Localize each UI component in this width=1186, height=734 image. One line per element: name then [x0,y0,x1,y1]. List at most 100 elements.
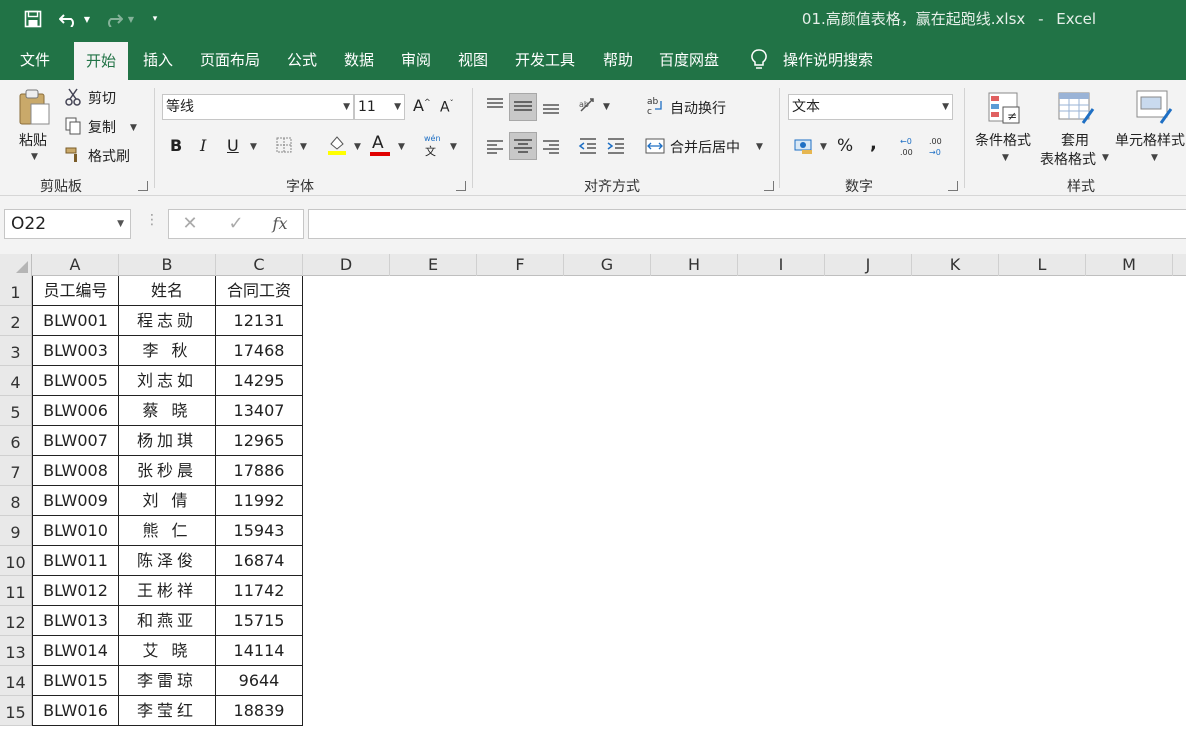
format-painter-button[interactable]: 格式刷 [88,146,130,166]
table-cell[interactable]: 陈泽俊 [119,546,216,576]
align-center-icon[interactable] [509,132,537,160]
table-cell[interactable]: BLW014 [32,636,119,666]
tab-baidu-netdisk[interactable]: 百度网盘 [653,40,725,80]
redo-icon[interactable] [102,7,124,31]
column-header-A[interactable]: A [32,254,119,276]
conditional-formatting-dropdown-icon[interactable]: ▼ [1002,153,1009,163]
tab-data[interactable]: 数据 [337,40,381,80]
align-right-icon[interactable] [540,135,562,157]
phonetic-dropdown-icon[interactable]: ▼ [450,142,457,152]
row-header[interactable]: 10 [0,546,32,576]
column-header-C[interactable]: C [216,254,303,276]
column-header-L[interactable]: L [999,254,1086,276]
tab-review[interactable]: 审阅 [394,40,438,80]
table-cell[interactable]: 12131 [216,306,303,336]
name-box-dropdown-icon[interactable]: ▼ [117,210,124,238]
row-header[interactable]: 7 [0,456,32,486]
row-header[interactable]: 15 [0,696,32,726]
row-header[interactable]: 11 [0,576,32,606]
undo-dropdown-icon[interactable]: ▼ [82,7,92,31]
fill-color-icon[interactable] [326,134,348,156]
table-cell[interactable]: 和燕亚 [119,606,216,636]
format-as-table-dropdown-icon[interactable]: ▼ [1102,153,1109,163]
borders-dropdown-icon[interactable]: ▼ [300,142,307,152]
row-header[interactable]: 9 [0,516,32,546]
table-cell[interactable]: 李雷琼 [119,666,216,696]
row-header[interactable]: 4 [0,366,32,396]
table-cell[interactable]: 14295 [216,366,303,396]
percent-button[interactable]: % [837,136,853,156]
formula-bar-grip-icon[interactable]: ⋮ [145,212,159,228]
tab-developer[interactable]: 开发工具 [508,40,582,80]
table-cell[interactable]: BLW006 [32,396,119,426]
select-all-corner[interactable] [0,254,32,276]
font-color-button[interactable]: A [372,133,384,153]
table-cell[interactable]: BLW009 [32,486,119,516]
table-cell[interactable]: 艾 晓 [119,636,216,666]
table-cell[interactable]: 13407 [216,396,303,426]
row-header[interactable]: 13 [0,636,32,666]
paste-dropdown-icon[interactable]: ▼ [31,152,38,162]
table-cell[interactable]: 18839 [216,696,303,726]
row-header[interactable]: 14 [0,666,32,696]
underline-button[interactable]: U [227,136,239,155]
table-cell[interactable]: 14114 [216,636,303,666]
table-cell[interactable]: 12965 [216,426,303,456]
font-launcher-icon[interactable] [456,181,466,191]
table-cell[interactable]: 熊 仁 [119,516,216,546]
table-cell[interactable]: 李 秋 [119,336,216,366]
row-header[interactable]: 3 [0,336,32,366]
tab-page-layout[interactable]: 页面布局 [194,40,266,80]
increase-indent-icon[interactable] [605,135,627,157]
comma-button[interactable]: , [870,133,877,154]
undo-icon[interactable] [58,7,80,31]
conditional-formatting-button[interactable]: 条件格式 [975,130,1031,150]
redo-dropdown-icon[interactable]: ▼ [126,7,136,31]
column-header-I[interactable]: I [738,254,825,276]
table-header-cell[interactable]: 合同工资 [216,276,303,306]
table-cell[interactable]: BLW012 [32,576,119,606]
increase-font-icon[interactable]: A^ [413,96,431,115]
font-color-dropdown-icon[interactable]: ▼ [398,142,405,152]
table-cell[interactable]: 17468 [216,336,303,366]
table-cell[interactable]: 17886 [216,456,303,486]
copy-dropdown-icon[interactable]: ▼ [130,123,137,133]
name-box[interactable]: O22 ▼ [4,209,131,239]
table-cell[interactable]: 16874 [216,546,303,576]
tab-home[interactable]: 开始 [74,42,128,80]
tab-view[interactable]: 视图 [451,40,495,80]
alignment-launcher-icon[interactable] [764,181,774,191]
align-middle-icon[interactable] [509,93,537,121]
table-cell[interactable]: BLW001 [32,306,119,336]
table-cell[interactable]: 王彬祥 [119,576,216,606]
align-bottom-icon[interactable] [540,95,562,117]
orientation-dropdown-icon[interactable]: ▼ [603,102,610,112]
column-header-F[interactable]: F [477,254,564,276]
row-header[interactable]: 1 [0,276,32,306]
table-cell[interactable]: 15715 [216,606,303,636]
row-header[interactable]: 5 [0,396,32,426]
column-header-D[interactable]: D [303,254,390,276]
cancel-entry-icon[interactable]: ✕ [175,210,205,238]
decrease-indent-icon[interactable] [577,135,599,157]
row-header[interactable]: 2 [0,306,32,336]
table-cell[interactable]: 程志勋 [119,306,216,336]
table-cell[interactable]: 15943 [216,516,303,546]
table-cell[interactable]: BLW003 [32,336,119,366]
column-header-H[interactable]: H [651,254,738,276]
table-header-cell[interactable]: 员工编号 [32,276,119,306]
format-as-table-label-1[interactable]: 套用 [1061,130,1089,150]
number-format-dropdown-icon[interactable]: ▼ [942,95,949,119]
table-cell[interactable]: 张秒晨 [119,456,216,486]
tab-insert[interactable]: 插入 [136,40,180,80]
font-size-dropdown-icon[interactable]: ▼ [394,95,401,119]
bold-button[interactable]: B [170,136,182,155]
table-cell[interactable]: 刘 倩 [119,486,216,516]
row-header[interactable]: 6 [0,426,32,456]
customize-qat-icon[interactable]: ▾ [148,7,162,31]
tab-formulas[interactable]: 公式 [280,40,324,80]
decrease-decimal-icon[interactable]: .00 →0 [927,134,951,158]
align-top-icon[interactable] [484,95,506,117]
cut-button[interactable]: 剪切 [88,88,116,108]
align-left-icon[interactable] [484,135,506,157]
